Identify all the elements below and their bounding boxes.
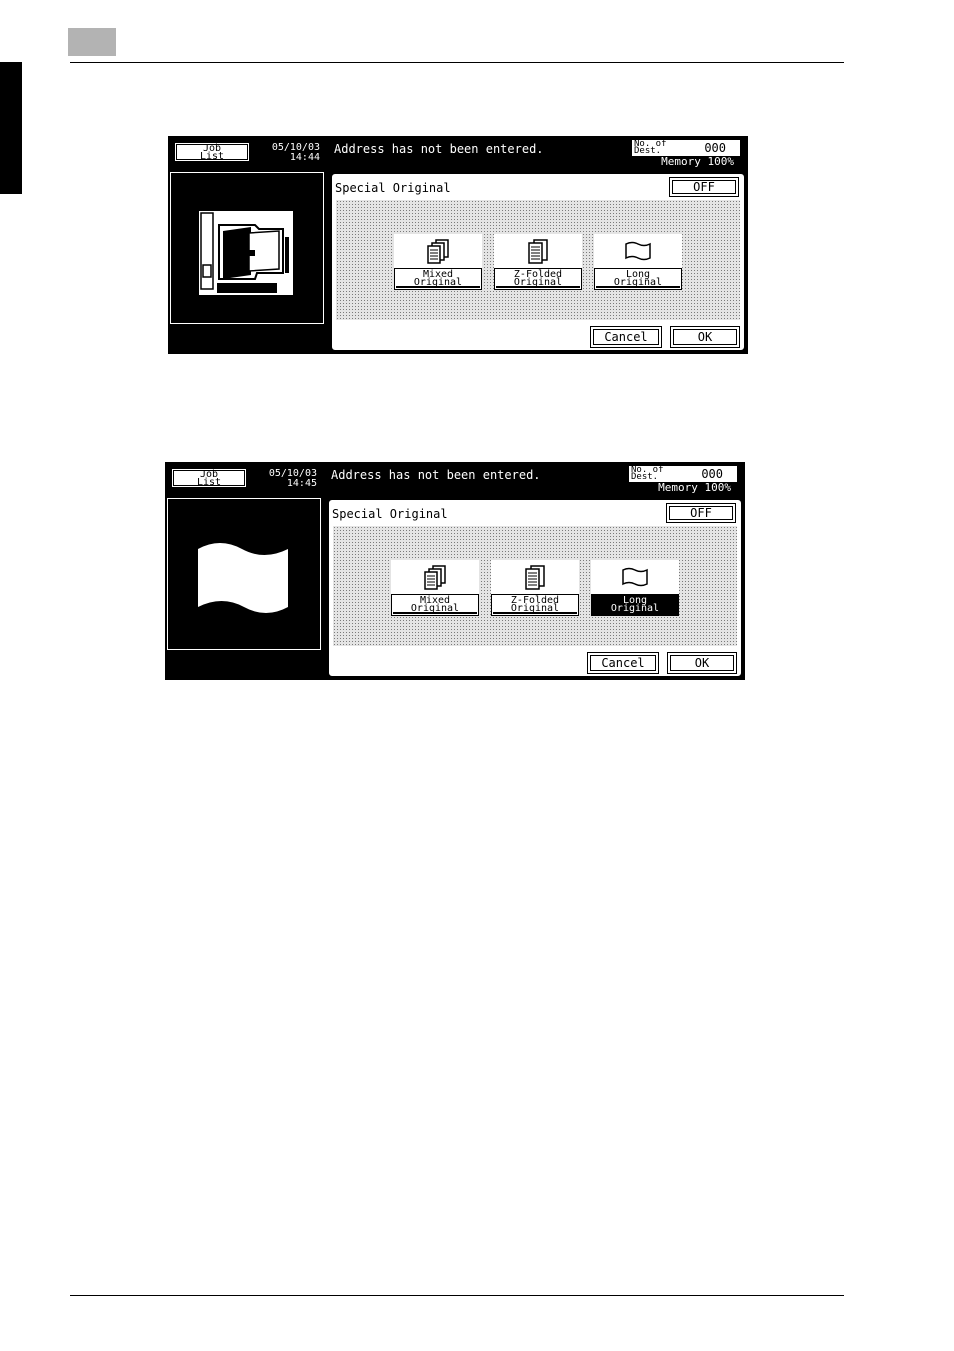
off-button[interactable]: OFF [666,503,736,523]
screen-2: Job List 05/10/03 14:45 Address has not be… [165,462,745,680]
ok-button[interactable]: OK [670,326,740,348]
cancel-button[interactable]: Cancel [590,326,662,348]
option-mixed-original[interactable]: Mixed Original [394,234,482,290]
mixed-original-icon [424,565,446,590]
chapter-side-tab [0,62,22,194]
job-list-button[interactable]: Job List [174,142,250,162]
z-folded-original-icon [528,239,548,264]
long-original-icon [625,241,651,261]
special-original-dialog: Special Original OFF Mixed Original Z-Fo… [327,498,743,678]
mixed-original-button[interactable]: Mixed Original [394,268,482,290]
mixed-original-icon [427,239,449,264]
cancel-button[interactable]: Cancel [587,652,659,674]
page-number-tab [68,28,116,56]
option-z-folded-original[interactable]: Z-Folded Original [491,560,579,616]
memory-indicator: Memory 100% [658,481,731,494]
long-original-button[interactable]: Long Original [594,268,682,290]
preview-pane [170,172,324,324]
destination-counter: No. of Dest. 000 [629,466,737,482]
long-page-icon [198,543,288,613]
footer-rule [70,1295,844,1296]
options-area: Mixed Original Z-Folded Original Long Or… [333,526,737,646]
off-button[interactable]: OFF [669,177,739,197]
header-rule [70,62,844,63]
long-original-button[interactable]: Long Original [591,594,679,616]
ok-button[interactable]: OK [667,652,737,674]
options-area: Mixed Original Z-Folded Original Long Or… [336,200,740,320]
job-list-button[interactable]: Job List [171,468,247,488]
destination-counter: No. of Dest. 000 [632,140,740,156]
z-folded-original-button[interactable]: Z-Folded Original [491,594,579,616]
option-long-original[interactable]: Long Original [591,560,679,616]
mixed-original-button[interactable]: Mixed Original [391,594,479,616]
z-folded-original-icon [525,565,545,590]
special-original-dialog: Special Original OFF Mixed Original Z-Fo… [330,172,746,352]
z-folded-original-button[interactable]: Z-Folded Original [494,268,582,290]
status-message: Address has not been entered. [331,468,541,482]
preview-pane [167,498,321,650]
long-original-icon [622,567,648,587]
status-message: Address has not been entered. [334,142,544,156]
dialog-title: Special Original [335,181,451,195]
date-time: 05/10/03 14:44 [271,142,320,163]
screen-1: Job List 05/10/03 14:44 Address has not be… [168,136,748,354]
memory-indicator: Memory 100% [661,155,734,168]
option-long-original[interactable]: Long Original [594,234,682,290]
dialog-title: Special Original [332,507,448,521]
date-time: 05/10/03 14:45 [268,468,317,489]
option-z-folded-original[interactable]: Z-Folded Original [494,234,582,290]
option-mixed-original[interactable]: Mixed Original [391,560,479,616]
adf-feeder-icon [199,211,293,295]
